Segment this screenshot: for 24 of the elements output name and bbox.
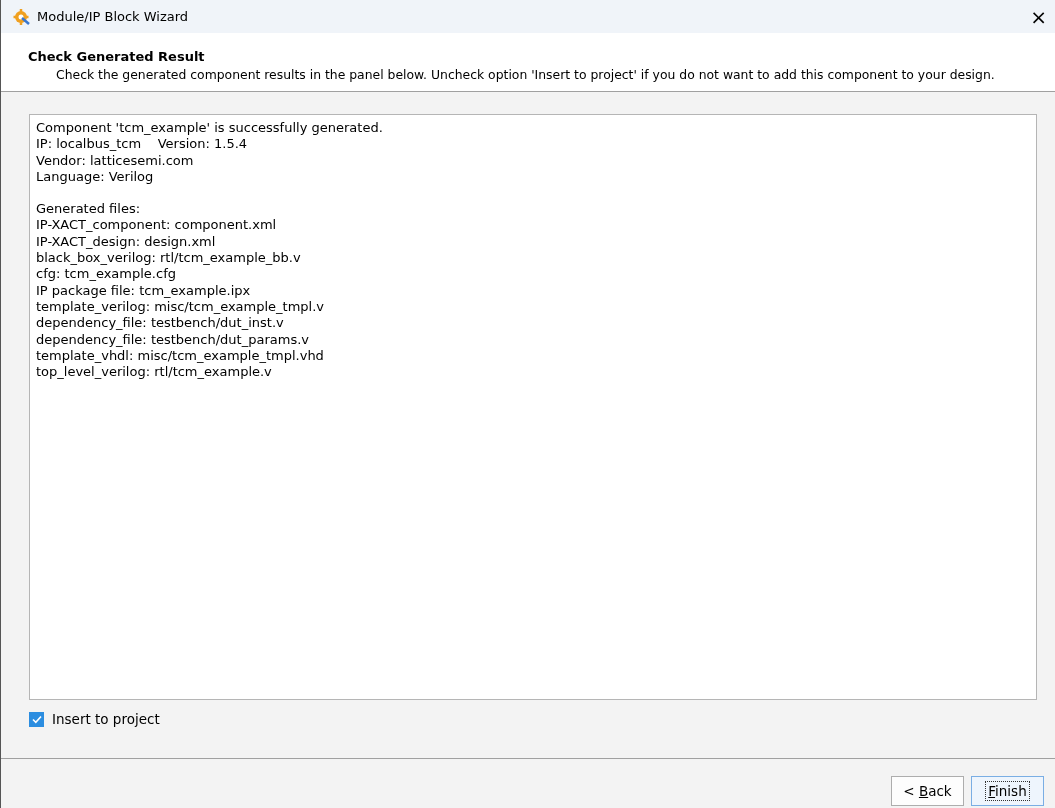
wizard-button[interactable]: < Back bbox=[891, 776, 964, 806]
output-line: Generated files: bbox=[36, 201, 142, 218]
page-title: Check Generated Result bbox=[28, 49, 206, 64]
window-title: Module/IP Block Wizard bbox=[37, 9, 190, 24]
output-line: black_box_verilog: rtl/tcm_example_bb.v bbox=[36, 250, 302, 267]
output-line: IP-XACT_component: component.xml bbox=[36, 217, 278, 234]
checkbox[interactable] bbox=[29, 711, 44, 727]
output-line: cfg: tcm_example.cfg bbox=[36, 266, 177, 283]
checkbox-label: Insert to project bbox=[52, 711, 160, 727]
output-line: Language: Verilog bbox=[36, 168, 155, 186]
output-line: Vendor: latticesemi.com bbox=[36, 152, 195, 169]
output-line: top_level_verilog: rtl/tcm_example.v bbox=[36, 364, 273, 381]
output-line: Component 'tcm_example' is successfully generated. bbox=[36, 120, 384, 137]
output-line: dependency_file: testbench/dut_params.v bbox=[36, 331, 310, 348]
output-line: IP package file: tcm_example.ipx bbox=[36, 282, 252, 299]
output-line: IP: localbus_tcm Version: 1.5.4 bbox=[36, 136, 249, 153]
output-line: IP-XACT_design: design.xml bbox=[36, 233, 217, 251]
output-line: template_verilog: misc/tcm_example_tmpl.v bbox=[36, 298, 326, 316]
wand-gear-icon bbox=[13, 7, 31, 26]
page-description: Check the generated component results in the panel below. Uncheck option 'Insert to project' if you do not want to add this component to your design. bbox=[55, 66, 996, 83]
output-line: template_vhdl: misc/tcm_example_tmpl.vhd bbox=[36, 347, 325, 365]
close-button[interactable]: × bbox=[1022, 6, 1055, 27]
wizard-button[interactable]: Finish bbox=[971, 776, 1044, 806]
output-line: dependency_file: testbench/dut_inst.v bbox=[36, 315, 285, 332]
